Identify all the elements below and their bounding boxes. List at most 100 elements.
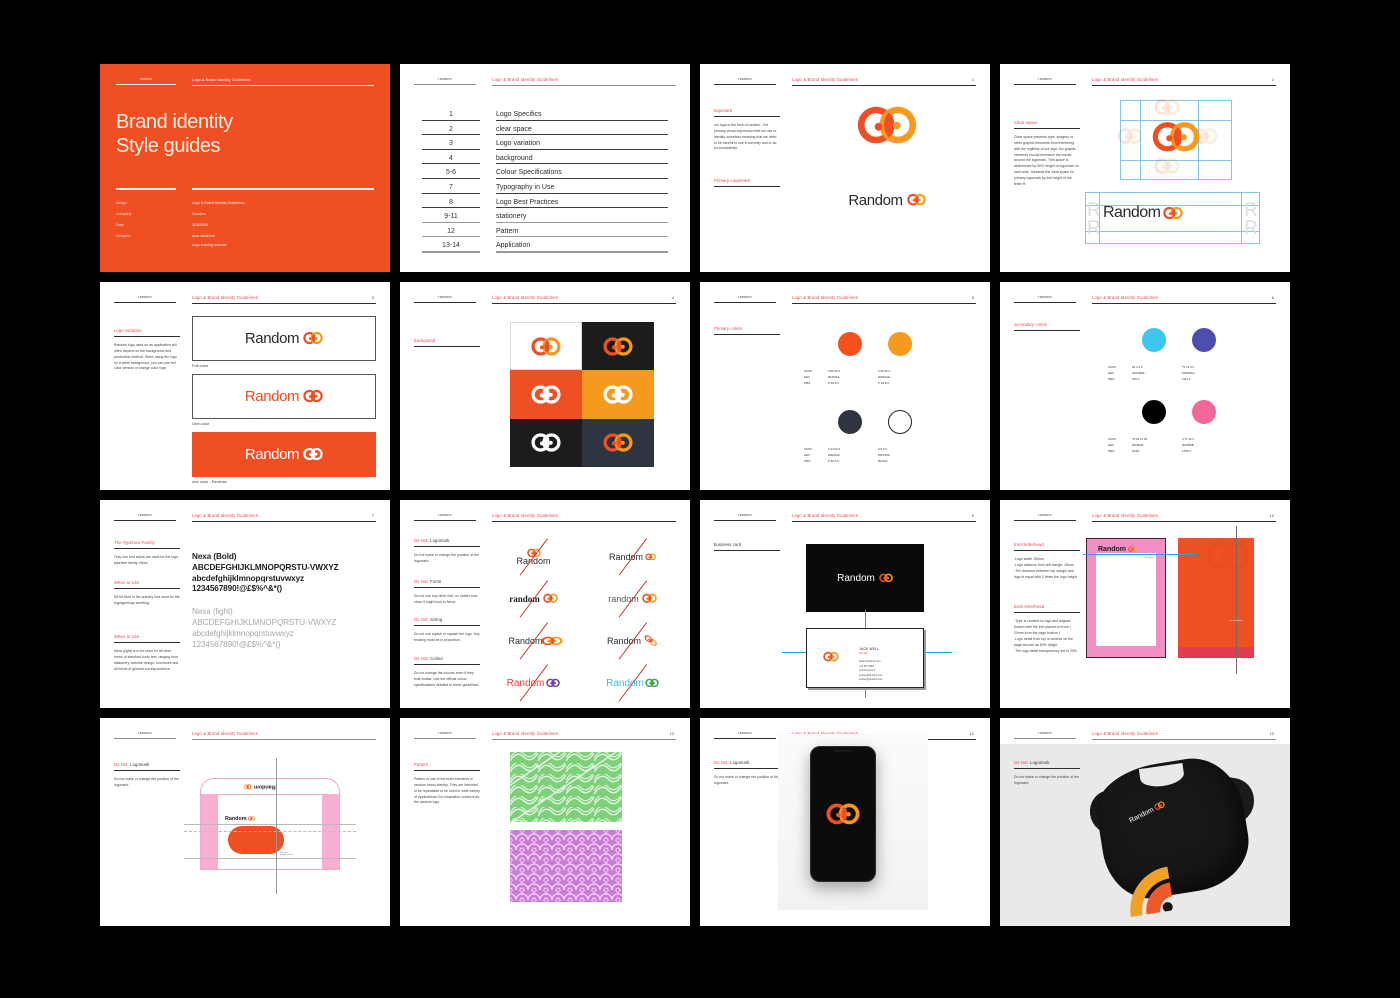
slide-business-card[interactable]: random Logo & Brand Identity Guidelines … — [700, 500, 990, 708]
toc-row[interactable]: 13-14 Application — [422, 237, 668, 252]
variant-caption: One color — [192, 421, 210, 426]
rail-heading-prefix: Do Not: — [414, 578, 429, 584]
rail-body: our logo is the face of random - the pri… — [714, 123, 777, 151]
toc-title: background — [496, 155, 668, 165]
logo-icon — [1127, 546, 1137, 553]
page-number: 9 — [971, 513, 974, 518]
rail-heading: When to Use — [114, 580, 180, 589]
slide-rail: secondary colors — [1014, 322, 1080, 337]
page-number: 13 — [1269, 731, 1274, 736]
logo-icon-ghost — [1206, 540, 1250, 572]
header-doc-title: Logo & Brand Identity Guidelines — [492, 731, 676, 740]
header-brand: random — [1014, 513, 1076, 521]
page-number: 5 — [971, 295, 974, 300]
toc-row[interactable]: 9-11 stationery — [422, 208, 668, 223]
meta-value-secondary: Logo training channel — [192, 243, 227, 247]
slide-header: random Logo & Brand Identity Guidelines — [114, 731, 376, 745]
variant-caption: one color : Reverse — [192, 479, 227, 484]
letterhead-back — [1178, 538, 1254, 658]
rail-body: Do not use squish or squash the logo. An… — [414, 632, 480, 643]
slide-logomark[interactable]: random Logo & Brand Identity Guidelines … — [700, 64, 990, 272]
slide-deck-board: random Logo & Brand Identity Guidelines … — [0, 0, 1400, 998]
slide-typography[interactable]: random Logo & Brand Identity Guidelines … — [100, 500, 390, 708]
toc-row[interactable]: 8 Logo Best Practices — [422, 194, 668, 209]
header-doc-title: Logo & Brand Identity Guidelines — [792, 513, 976, 522]
color-values: 75 74 4 0 #4D50AA 2111 C — [1182, 364, 1226, 383]
header-doc-title: Logo & Brand Identity Guidelines — [1092, 513, 1276, 522]
toc-row[interactable]: 7 Typography in Use — [422, 179, 668, 194]
contact-line: www.randomco.com — [859, 660, 881, 663]
wordmark-text: Random — [244, 388, 300, 405]
slide-cover[interactable]: random Logo & Brand Identity Guidelines … — [100, 64, 390, 272]
toc-row[interactable]: 5-6 Colour Specifications — [422, 164, 668, 179]
do-not-block: Do Not: Colour Do not change the colours … — [414, 656, 480, 689]
slide-phone-application[interactable]: random Logo & Brand Identity Guidelines … — [700, 718, 990, 926]
logo-variant-reverse: Random — [192, 432, 376, 477]
slide-secondary-colors[interactable]: random Logo & Brand Identity Guidelines … — [1000, 282, 1290, 490]
logo-icon — [645, 553, 656, 562]
background-swatch — [582, 322, 654, 371]
contact-name: JACK WELL — [859, 647, 880, 651]
header-brand: random — [714, 513, 776, 521]
slide-background[interactable]: random Logo & Brand Identity Guidelines … — [400, 282, 690, 490]
slide-tshirt-application[interactable]: random Logo & Brand Identity Guidelines … — [1000, 718, 1290, 926]
color-dot — [1142, 328, 1166, 352]
logo-icon — [823, 651, 839, 662]
logo-icon — [540, 636, 563, 647]
slide-rail: logomark our logo is the face of random … — [714, 108, 780, 200]
rail-heading-text: Logomark — [430, 538, 450, 543]
background-swatch — [582, 418, 654, 467]
slide-header: random Logo & Brand Identity Guidelines … — [114, 513, 376, 527]
logo-icon — [1152, 120, 1200, 155]
toc-title: Pattern — [496, 228, 668, 238]
specimen-name: Nexa (light) — [192, 607, 233, 617]
rail-heading-text: Logomark — [1030, 760, 1050, 765]
specimen-lowercase: abcdefghijklmnopqrstuvwxyz — [192, 573, 305, 583]
logo-icon — [1127, 546, 1137, 552]
color-pms: 2111 C — [1182, 377, 1191, 382]
page-number: 12 — [669, 731, 674, 736]
toc-row[interactable]: 12 Pattern — [422, 223, 668, 238]
toc-row[interactable]: 4 background — [422, 150, 668, 165]
rail-heading: Do Not: Colour — [414, 656, 480, 666]
slide-table-of-contents[interactable]: random Logo & Brand Identity Guidelines … — [400, 64, 690, 272]
slide-logo-best-practices[interactable]: random Logo & Brand Identity Guidelines … — [400, 500, 690, 708]
logomark-large — [792, 104, 982, 147]
contact-details: www.randomco.com +61 575 4548 victoria str… — [859, 660, 882, 683]
toc-title: Logo Specifics — [496, 111, 668, 121]
color-swatch: 75 64 67 90 #000000 NOIR — [1132, 400, 1176, 455]
slide-logo-variation[interactable]: random Logo & Brand Identity Guidelines … — [100, 282, 390, 490]
header-doc-title: Logo & Brand Identity Guidelines — [1092, 77, 1276, 86]
color-label-column: CMYK HEX PMS — [804, 368, 812, 387]
arc-icon — [1130, 866, 1173, 917]
specimen-light: Nexa (light) ABCDEFGHIJKLMNOPQRSTU-VWXYZ… — [192, 607, 380, 650]
slide-pattern[interactable]: random Logo & Brand Identity Guidelines … — [400, 718, 690, 926]
slide-letterhead[interactable]: random Logo & Brand Identity Guidelines … — [1000, 500, 1290, 708]
slide-clear-space[interactable]: random Logo & Brand Identity Guidelines … — [1000, 64, 1290, 272]
phone-mockup — [810, 746, 876, 882]
cover-doc-title: Logo & Brand Identity Guidelines — [192, 77, 374, 86]
slide-rail: Do Not: Logomark Do not make or change t… — [1014, 760, 1080, 787]
slide-rail: Logo variation Random logo used on an ap… — [114, 328, 180, 372]
slide-header: random Logo & Brand Identity Guidelines … — [414, 731, 676, 745]
background-swatch — [510, 418, 582, 467]
toc-row[interactable]: 2 clear space — [422, 121, 668, 136]
color-label-column: CMYK HEX PMS — [1108, 436, 1116, 455]
toc-title: Colour Specifications — [496, 169, 668, 179]
slide-envelope[interactable]: random Logo & Brand Identity Guidelines … — [100, 718, 390, 926]
color-swatch: 0 80 90 0 #F4511E P 48-8 C — [828, 332, 872, 387]
rail-body: Pattern is one of the main elements in r… — [414, 777, 480, 805]
toc-number: 4 — [422, 155, 480, 165]
color-values: 75 64 67 90 #000000 NOIR — [1132, 436, 1176, 455]
slide-primary-colors[interactable]: random Logo & Brand Identity Guidelines … — [700, 282, 990, 490]
page-number: 1 — [971, 77, 974, 82]
toc-row[interactable]: 1 Logo Specifics — [422, 106, 668, 121]
meta-value: Logo & Brand Identity Guidelines — [192, 201, 245, 205]
slide-rail: Clear space Clear space prevents type, i… — [1014, 120, 1080, 188]
toc-row[interactable]: 3 Logo variation — [422, 135, 668, 150]
specimen-uppercase: ABCDEFGHIJKLMNOPQRSTU-VWXYZ — [192, 562, 339, 572]
rail-heading: Do Not: Logomark — [714, 760, 780, 769]
envelope-mockup: Random Random Random randomco.com — [184, 758, 356, 894]
slide-header: random Logo & Brand Identity Guidelines — [414, 77, 676, 91]
meta-value: 11/5/2019 — [192, 223, 208, 227]
